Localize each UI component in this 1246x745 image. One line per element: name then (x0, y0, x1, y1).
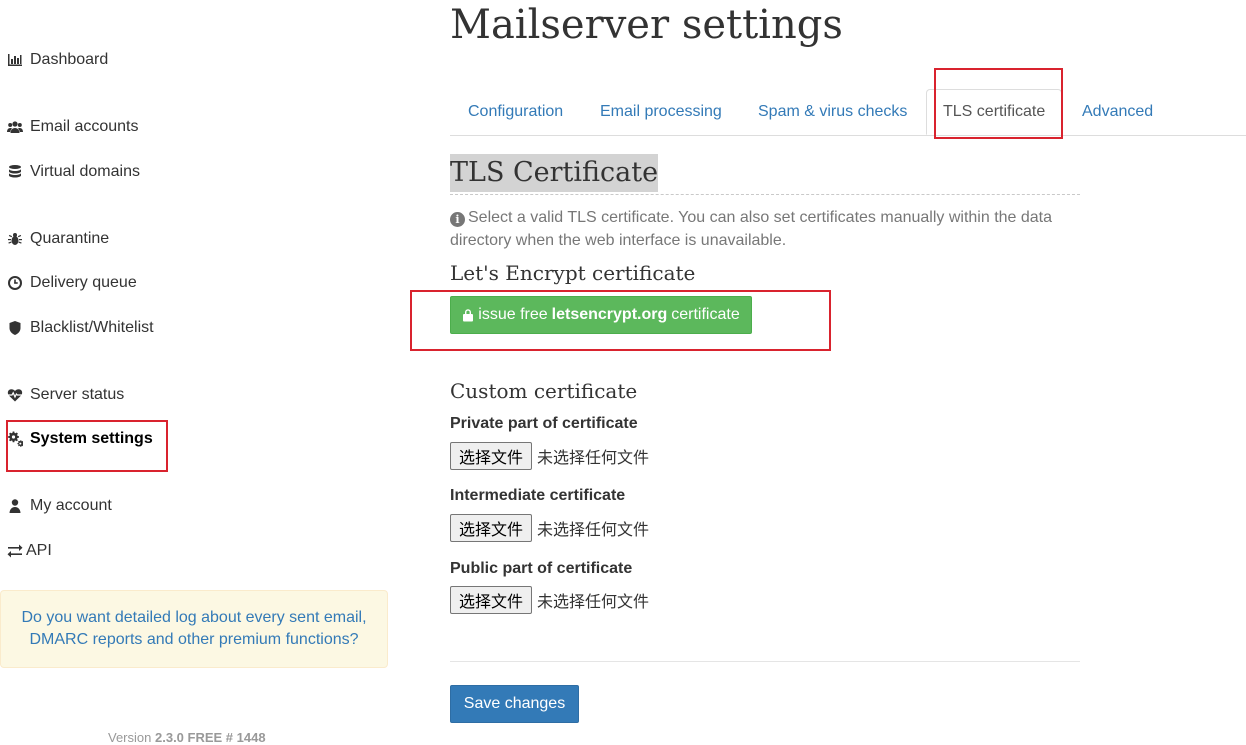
settings-tabs: Configuration Email processing Spam & vi… (450, 89, 1246, 136)
bug-icon (6, 230, 24, 248)
tab-spam-virus-checks[interactable]: Spam & virus checks (758, 89, 907, 134)
version-value: 2.3.0 FREE # 1448 (155, 730, 266, 745)
info-message: Select a valid TLS certificate. You can … (450, 209, 1053, 249)
sidebar-item-system-settings[interactable]: System settings (6, 426, 153, 452)
tab-configuration[interactable]: Configuration (468, 89, 563, 134)
sidebar-item-label: My account (30, 497, 112, 514)
sidebar-item-label: System settings (30, 430, 153, 447)
premium-promo-text: Do you want detailed log about every sen… (21, 609, 367, 648)
sidebar-item-blacklist-whitelist[interactable]: Blacklist/Whitelist (6, 315, 154, 341)
public-cert-file-input[interactable]: 选择文件 未选择任何文件 (450, 586, 649, 614)
tab-email-processing[interactable]: Email processing (600, 89, 722, 134)
issue-button-suffix: certificate (671, 306, 740, 323)
page-title: Mailserver settings (450, 2, 843, 48)
custom-certificate-title: Custom certificate (450, 379, 638, 403)
premium-promo-banner[interactable]: Do you want detailed log about every sen… (0, 590, 388, 668)
private-cert-file-status: 未选择任何文件 (537, 448, 650, 467)
version-info: Version 2.3.0 FREE # 1448 (108, 730, 266, 745)
shield-icon (6, 319, 24, 337)
form-divider (450, 661, 1080, 662)
users-icon (6, 118, 24, 136)
sidebar-item-label: Dashboard (30, 51, 109, 68)
sidebar-item-dashboard[interactable]: Dashboard (6, 47, 108, 73)
tab-advanced[interactable]: Advanced (1082, 89, 1153, 134)
sidebar-item-label: Blacklist/Whitelist (30, 319, 154, 336)
sidebar: Dashboard Email accounts Virtual domains… (0, 0, 400, 745)
exchange-icon (6, 542, 24, 560)
public-cert-file-status: 未选择任何文件 (537, 592, 650, 611)
sidebar-item-label: Server status (30, 386, 125, 403)
issue-button-prefix: issue free (478, 306, 548, 323)
sidebar-item-label: Email accounts (30, 118, 139, 135)
section-title: TLS Certificate (450, 154, 659, 192)
sidebar-item-label: Virtual domains (30, 163, 140, 180)
database-icon (6, 163, 24, 181)
intermediate-cert-label: Intermediate certificate (450, 487, 626, 504)
tab-tls-certificate[interactable]: TLS certificate (926, 89, 1063, 135)
intermediate-cert-file-input[interactable]: 选择文件 未选择任何文件 (450, 514, 649, 542)
private-cert-choose-button[interactable]: 选择文件 (450, 442, 533, 470)
sidebar-item-delivery-queue[interactable]: Delivery queue (6, 270, 137, 296)
sidebar-item-my-account[interactable]: My account (6, 493, 112, 519)
letsencrypt-title: Let's Encrypt certificate (450, 261, 696, 285)
info-icon: i (450, 212, 465, 227)
sidebar-item-label: Quarantine (30, 230, 110, 247)
public-cert-choose-button[interactable]: 选择文件 (450, 586, 533, 614)
sidebar-item-server-status[interactable]: Server status (6, 382, 124, 408)
private-cert-file-input[interactable]: 选择文件 未选择任何文件 (450, 442, 649, 470)
intermediate-cert-file-status: 未选择任何文件 (537, 520, 650, 539)
sidebar-item-api[interactable]: API (6, 538, 52, 564)
sidebar-item-quarantine[interactable]: Quarantine (6, 226, 109, 252)
clock-icon (6, 274, 24, 292)
bar-chart-icon (6, 51, 24, 69)
public-cert-label: Public part of certificate (450, 560, 633, 577)
issue-letsencrypt-button[interactable]: issue free letsencrypt.org certificate (450, 296, 752, 334)
gears-icon (6, 430, 24, 448)
sidebar-item-virtual-domains[interactable]: Virtual domains (6, 159, 140, 185)
version-prefix: Version (108, 730, 152, 745)
save-changes-button[interactable]: Save changes (450, 685, 579, 723)
sidebar-item-email-accounts[interactable]: Email accounts (6, 114, 139, 140)
sidebar-item-label: API (26, 542, 52, 559)
private-cert-label: Private part of certificate (450, 415, 638, 432)
info-text: i Select a valid TLS certificate. You can… (450, 206, 1080, 252)
lock-icon (463, 309, 474, 322)
intermediate-cert-choose-button[interactable]: 选择文件 (450, 514, 533, 542)
section-divider (450, 194, 1080, 195)
issue-button-domain: letsencrypt.org (551, 306, 668, 323)
user-icon (6, 497, 24, 515)
heartbeat-icon (6, 386, 24, 404)
sidebar-item-label: Delivery queue (30, 274, 137, 291)
